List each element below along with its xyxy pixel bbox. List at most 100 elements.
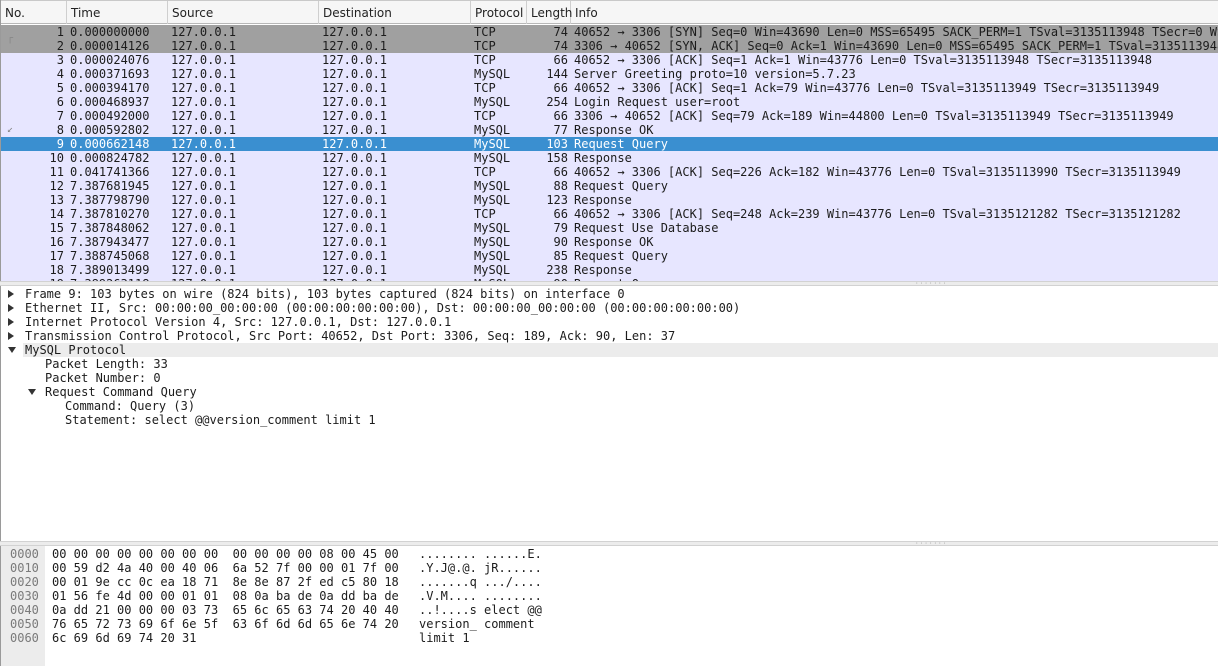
byte-ascii[interactable]: .V.M.... ........ [419, 589, 542, 603]
detail-row[interactable]: MySQL Protocol [25, 343, 126, 357]
packet-destination: 127.0.0.1 [322, 207, 388, 221]
byte-hex[interactable]: 00 59 d2 4a 40 00 40 06 6a 52 7f 00 00 0… [52, 561, 399, 575]
byte-offset: 0050 [10, 617, 39, 631]
packet-row[interactable]: 13 7.387798790 127.0.0.1 127.0.0.1 MySQL 123 R… [1, 193, 1218, 207]
detail-row[interactable]: Transmission Control Protocol, Src Port:… [25, 329, 675, 343]
byte-hex[interactable]: 00 01 9e cc 0c ea 18 71 8e 8e 87 2f ed c… [52, 575, 399, 589]
byte-ascii[interactable]: limit 1 [419, 631, 470, 645]
packet-time: 0.000000000 [70, 25, 150, 39]
packet-info: Request Use Database [574, 221, 719, 235]
detail-row[interactable]: Packet Number: 0 [45, 371, 161, 385]
detail-row[interactable]: Frame 9: 103 bytes on wire (824 bits), 1… [25, 287, 625, 301]
packet-protocol: MySQL [474, 193, 511, 207]
byte-hex[interactable]: 01 56 fe 4d 00 00 01 01 08 0a ba de 0a d… [52, 589, 399, 603]
packet-time: 0.000468937 [70, 95, 150, 109]
packet-length: 88 [553, 179, 568, 193]
packet-row[interactable]: 2 0.000014126 127.0.0.1 127.0.0.1 TCP 74 3306 … [1, 39, 1218, 53]
detail-row[interactable]: Statement: select @@version_comment limi… [65, 413, 376, 427]
detail-row[interactable]: Ethernet II, Src: 00:00:00_00:00:00 (00:… [25, 301, 740, 315]
packet-destination: 127.0.0.1 [322, 95, 388, 109]
packet-time: 7.387810270 [70, 207, 150, 221]
byte-ascii[interactable]: .Y.J@.@. jR...... [419, 561, 542, 575]
splitter-grip: ······· [915, 280, 948, 287]
packet-protocol: TCP [474, 53, 496, 67]
byte-hex[interactable]: 00 00 00 00 00 00 00 00 00 00 00 00 08 0… [52, 547, 399, 561]
packet-row[interactable]: 4 0.000371693 127.0.0.1 127.0.0.1 MySQL 144 Se… [1, 67, 1218, 81]
column-header-length[interactable]: Length [527, 1, 572, 24]
packet-row[interactable]: 5 0.000394170 127.0.0.1 127.0.0.1 TCP 66 40652… [1, 81, 1218, 95]
collapse-arrow-icon[interactable] [28, 385, 37, 399]
packet-protocol: TCP [474, 207, 496, 221]
packet-row[interactable]: 10 0.000824782 127.0.0.1 127.0.0.1 MySQL 158 R… [1, 151, 1218, 165]
packet-length: 79 [553, 221, 568, 235]
packet-row[interactable]: 11 0.041741366 127.0.0.1 127.0.0.1 TCP 66 4065… [1, 165, 1218, 179]
byte-hex[interactable]: 6c 69 6d 69 74 20 31 [52, 631, 197, 645]
packet-row[interactable]: 16 7.387943477 127.0.0.1 127.0.0.1 MySQL 90 Re… [1, 235, 1218, 249]
expand-arrow-icon[interactable] [8, 287, 17, 301]
packet-row[interactable]: 6 0.000468937 127.0.0.1 127.0.0.1 MySQL 254 Lo… [1, 95, 1218, 109]
packet-row[interactable]: 18 7.389013499 127.0.0.1 127.0.0.1 MySQL 238 R… [1, 263, 1218, 277]
expand-arrow-icon[interactable] [8, 329, 17, 343]
packet-row[interactable]: 3 0.000024076 127.0.0.1 127.0.0.1 TCP 66 40652… [1, 53, 1218, 67]
byte-ascii[interactable]: ........ ......E. [419, 547, 542, 561]
packet-protocol: MySQL [474, 221, 511, 235]
packet-time: 0.000592802 [70, 123, 150, 137]
related-packet-icon: ↙ [7, 124, 14, 135]
packet-destination: 127.0.0.1 [322, 123, 388, 137]
packet-source: 127.0.0.1 [171, 221, 237, 235]
packet-row[interactable]: 8 0.000592802 127.0.0.1 127.0.0.1 MySQL 77 Res… [1, 123, 1218, 137]
packet-protocol: MySQL [474, 123, 511, 137]
packet-no: 15 [49, 221, 64, 235]
packet-length: 90 [553, 235, 568, 249]
detail-row[interactable]: Packet Length: 33 [45, 357, 168, 371]
packet-row[interactable]: 15 7.387848062 127.0.0.1 127.0.0.1 MySQL 79 Re… [1, 221, 1218, 235]
packet-bytes-pane[interactable]: 0000 00 00 00 00 00 00 00 00 00 00 00 00 … [0, 546, 1218, 666]
expand-arrow-icon[interactable] [8, 301, 17, 315]
packet-no: 17 [49, 249, 64, 263]
packet-info: 40652 → 3306 [ACK] Seq=226 Ack=182 Win=4… [574, 165, 1181, 179]
packet-length: 66 [553, 109, 568, 123]
byte-ascii[interactable]: .......q .../.... [419, 575, 542, 589]
expand-arrow-icon[interactable] [8, 315, 17, 329]
packet-destination: 127.0.0.1 [322, 193, 388, 207]
packet-source: 127.0.0.1 [171, 137, 237, 151]
packet-destination: 127.0.0.1 [322, 67, 388, 81]
packet-details-pane[interactable]: Frame 9: 103 bytes on wire (824 bits), 1… [0, 286, 1218, 541]
column-header-no[interactable]: No. [1, 1, 67, 24]
packet-time: 7.387943477 [70, 235, 150, 249]
byte-hex[interactable]: 76 65 72 73 69 6f 6e 5f 63 6f 6d 6d 65 6… [52, 617, 399, 631]
packet-row[interactable]: 12 7.387681945 127.0.0.1 127.0.0.1 MySQL 88 Re… [1, 179, 1218, 193]
packet-no: 3 [56, 53, 64, 67]
packet-row[interactable]: 1 0.000000000 127.0.0.1 127.0.0.1 TCP 74 40652… [1, 25, 1218, 39]
packet-info: 3306 → 40652 [SYN, ACK] Seq=0 Ack=1 Win=… [574, 39, 1218, 53]
packet-destination: 127.0.0.1 [322, 109, 388, 123]
byte-ascii[interactable]: version_ comment [419, 617, 542, 631]
detail-row[interactable]: Command: Query (3) [65, 399, 195, 413]
packet-no: 10 [49, 151, 64, 165]
column-header-time[interactable]: Time [67, 1, 168, 24]
packet-no: 7 [56, 109, 64, 123]
packet-row[interactable]: 17 7.388745068 127.0.0.1 127.0.0.1 MySQL 85 Re… [1, 249, 1218, 263]
packet-row[interactable]: 7 0.000492000 127.0.0.1 127.0.0.1 TCP 66 3306 … [1, 109, 1218, 123]
packet-info: 40652 → 3306 [SYN] Seq=0 Win=43690 Len=0… [574, 25, 1218, 39]
byte-ascii[interactable]: ..!....s elect @@ [419, 603, 542, 617]
packet-length: 158 [546, 151, 568, 165]
column-header-protocol[interactable]: Protocol [471, 1, 527, 24]
detail-row[interactable]: Internet Protocol Version 4, Src: 127.0.… [25, 315, 451, 329]
packet-length: 74 [553, 25, 568, 39]
packet-info: 40652 → 3306 [ACK] Seq=1 Ack=1 Win=43776… [574, 53, 1152, 67]
packet-row[interactable]: 14 7.387810270 127.0.0.1 127.0.0.1 TCP 66 4065… [1, 207, 1218, 221]
packet-info: Response [574, 151, 632, 165]
packet-row[interactable]: 9 0.000662148 127.0.0.1 127.0.0.1 MySQL 103 Re… [1, 137, 1218, 151]
column-header-source[interactable]: Source [168, 1, 319, 24]
packet-list-pane[interactable]: No. Time Source Destination Protocol Len… [0, 0, 1218, 284]
collapse-arrow-icon[interactable] [8, 343, 17, 357]
byte-hex[interactable]: 0a dd 21 00 00 00 03 73 65 6c 65 63 74 2… [52, 603, 399, 617]
packet-length: 66 [553, 165, 568, 179]
detail-row[interactable]: Request Command Query [45, 385, 197, 399]
packet-protocol: TCP [474, 165, 496, 179]
column-header-info[interactable]: Info [571, 1, 1218, 24]
packet-length: 144 [546, 67, 568, 81]
column-header-destination[interactable]: Destination [319, 1, 471, 24]
packet-time: 0.000662148 [70, 137, 150, 151]
